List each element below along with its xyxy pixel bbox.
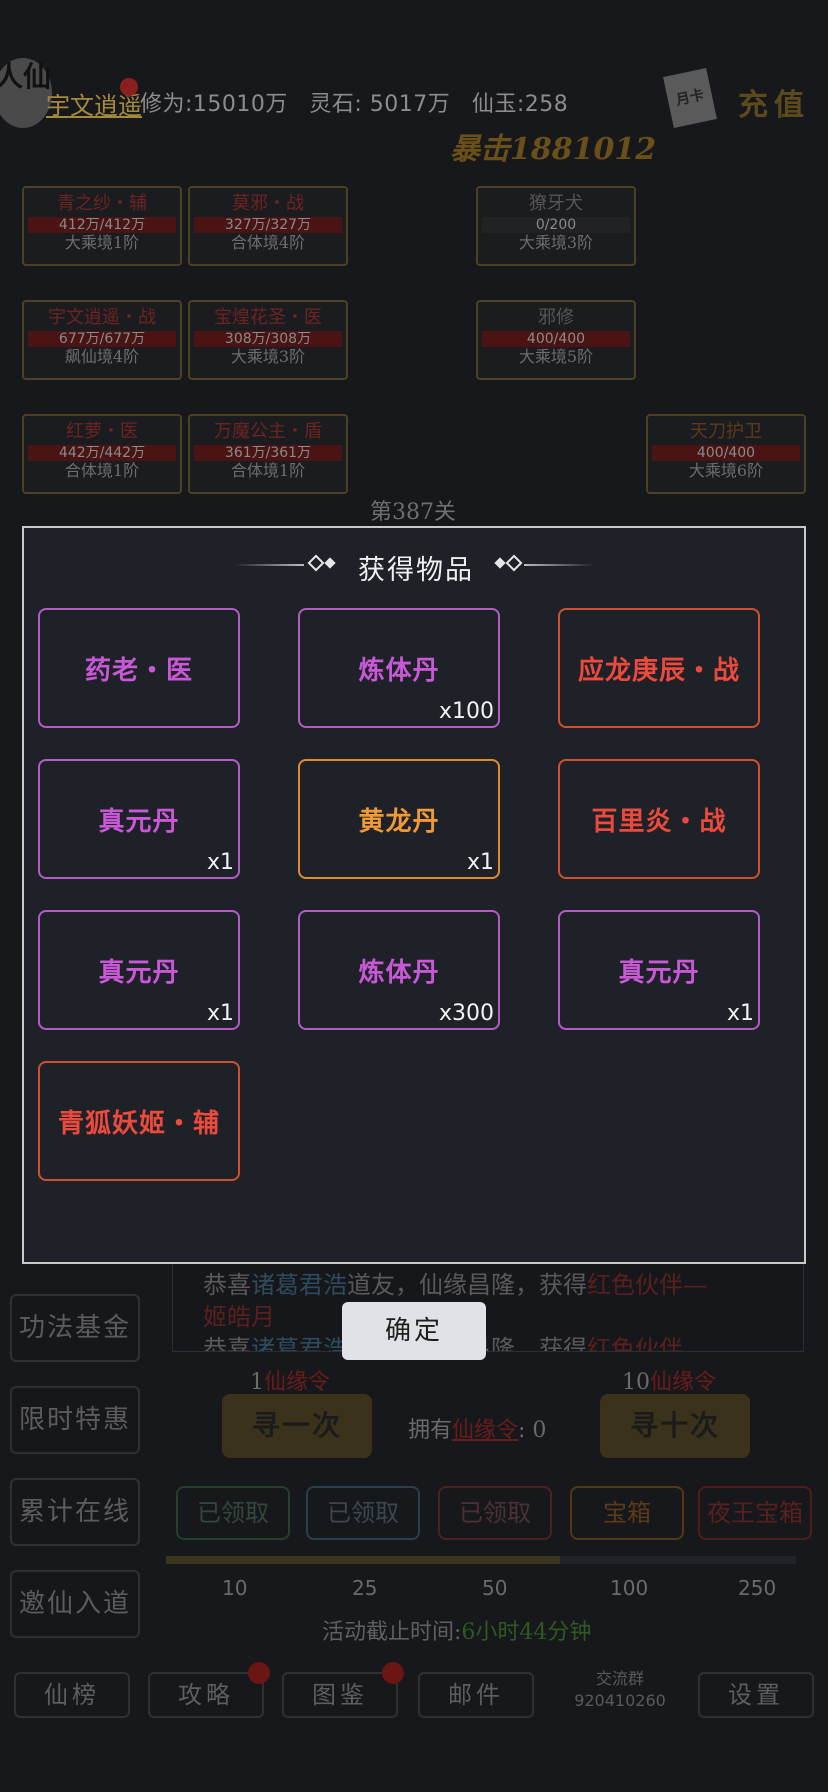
reward-item[interactable]: 真元丹 x1: [38, 759, 240, 879]
confirm-button[interactable]: 确定: [342, 1302, 486, 1360]
reward-item-name: 药老・医: [84, 655, 193, 686]
title-ornament-right: [524, 564, 594, 566]
reward-item[interactable]: 炼体丹 x300: [298, 910, 500, 1030]
reward-item-quantity: x1: [466, 850, 494, 875]
reward-item-name: 百里炎・战: [591, 806, 727, 837]
reward-item-quantity: x100: [438, 699, 494, 724]
reward-dialog: 获得物品 药老・医 炼体丹 x100 应龙庚辰・战 真元丹 x1 黄龙丹 x1 百里炎・战 真元丹…: [22, 526, 806, 1264]
reward-item-quantity: x300: [438, 1001, 494, 1026]
reward-item[interactable]: 黄龙丹 x1: [298, 759, 500, 879]
reward-item[interactable]: 百里炎・战: [558, 759, 760, 879]
dialog-title: 获得物品: [358, 555, 474, 586]
dialog-corner: [22, 526, 36, 540]
reward-item[interactable]: 青狐妖姬・辅: [38, 1061, 240, 1181]
reward-item-quantity: x1: [206, 850, 234, 875]
reward-item-quantity: x1: [726, 1001, 754, 1026]
reward-overlay: 获得物品 药老・医 炼体丹 x100 应龙庚辰・战 真元丹 x1 黄龙丹 x1 百里炎・战 真元丹…: [0, 0, 828, 1792]
reward-item-name: 青狐妖姬・辅: [57, 1108, 220, 1139]
reward-item-quantity: x1: [206, 1001, 234, 1026]
reward-item[interactable]: 真元丹 x1: [38, 910, 240, 1030]
reward-item[interactable]: 真元丹 x1: [558, 910, 760, 1030]
reward-item-name: 应龙庚辰・战: [577, 655, 740, 686]
reward-item[interactable]: 炼体丹 x100: [298, 608, 500, 728]
reward-item[interactable]: 应龙庚辰・战: [558, 608, 760, 728]
reward-item[interactable]: 药老・医: [38, 608, 240, 728]
